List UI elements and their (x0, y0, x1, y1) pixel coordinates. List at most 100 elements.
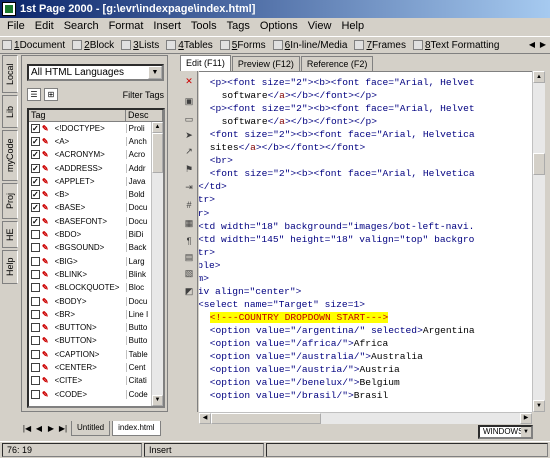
tag-checkbox[interactable] (31, 309, 40, 319)
tag-checkbox[interactable] (31, 389, 40, 399)
tag-checkbox[interactable]: ✓ (31, 150, 40, 160)
code-editor[interactable]: <p><font size="2"><b><font face="Arial, … (199, 71, 532, 412)
scroll-right-icon[interactable]: ▶ (520, 413, 532, 424)
tag-row[interactable]: ✎ <CITE> Citati (29, 375, 151, 387)
close-icon[interactable]: ✕ (183, 75, 195, 87)
tag-row[interactable]: ✎ <BLOCKQUOTE> Bloc (29, 282, 151, 294)
menu-help[interactable]: Help (336, 18, 369, 35)
toolbar-tab-forms[interactable]: 5 Forms (219, 40, 266, 51)
language-select[interactable]: All HTML Languages ▼ (27, 64, 164, 81)
tag-icon[interactable]: ▣ (183, 95, 195, 107)
line-ending-select[interactable]: WINDOWS ▼ (478, 425, 533, 439)
next-icon[interactable]: ▶ (45, 424, 57, 433)
editor-vertical-scrollbar[interactable]: ▲ ▼ (532, 71, 545, 412)
tag-checkbox[interactable]: ✓ (31, 203, 40, 213)
tag-row[interactable]: ✎ <BGSOUND> Back (29, 242, 151, 254)
tag-row[interactable]: ✓ ✎ <ADDRESS> Addr (29, 162, 151, 174)
menu-file[interactable]: File (2, 18, 30, 35)
tag-checkbox[interactable] (31, 269, 40, 279)
editor-tab-reference[interactable]: Reference (F2) (300, 56, 374, 71)
bookmark-icon[interactable]: ▧ (183, 267, 195, 279)
scroll-right-icon[interactable]: ▶ (538, 39, 548, 51)
menu-tools[interactable]: Tools (186, 18, 222, 35)
column-header-desc[interactable]: Desc (126, 110, 163, 122)
menu-edit[interactable]: Edit (30, 18, 59, 35)
toolbar-tab-block[interactable]: 2 Block (72, 40, 114, 51)
scroll-down-icon[interactable]: ▼ (152, 395, 163, 406)
image-icon[interactable]: ▦ (183, 217, 195, 229)
window-icon[interactable]: ▭ (183, 113, 195, 125)
editor-tab-edit[interactable]: Edit (F11) (180, 55, 231, 71)
tag-row[interactable]: ✎ <BR> Line I (29, 308, 151, 320)
paragraph-icon[interactable]: ¶ (183, 235, 195, 247)
menu-view[interactable]: View (303, 18, 337, 35)
tag-row[interactable]: ✎ <CODE> Code (29, 388, 151, 400)
tag-list-icon[interactable]: ☰ (27, 88, 41, 101)
scroll-thumb[interactable] (533, 153, 545, 175)
chevron-down-icon[interactable]: ▼ (148, 66, 162, 79)
scroll-thumb[interactable] (211, 413, 321, 424)
tag-row[interactable]: ✓ ✎ <APPLET> Java (29, 175, 151, 187)
scroll-up-icon[interactable]: ▲ (152, 122, 163, 133)
menu-search[interactable]: Search (59, 18, 104, 35)
filter-tags-label[interactable]: Filter Tags (104, 90, 164, 100)
tag-checkbox[interactable]: ✓ (31, 190, 40, 200)
tag-checkbox[interactable] (31, 243, 40, 253)
tag-row[interactable]: ✎ <BUTTON> Butto (29, 335, 151, 347)
previous-icon[interactable]: ◀ (33, 424, 45, 433)
tag-row[interactable]: ✓ ✎ <A> Anch (29, 135, 151, 147)
tag-row[interactable]: ✎ <BLINK> Blink (29, 268, 151, 280)
tag-checkbox[interactable] (31, 349, 40, 359)
tag-checkbox[interactable] (31, 256, 40, 266)
tag-row[interactable]: ✎ <BODY> Docu (29, 295, 151, 307)
scroll-thumb[interactable] (152, 133, 163, 173)
toolbar-tab-document[interactable]: 1 Document (2, 40, 65, 51)
side-tab-mycode[interactable]: myCode (2, 130, 18, 181)
tag-row[interactable]: ✓ ✎ <BASEFONT> Docu (29, 215, 151, 227)
chevron-down-icon[interactable]: ▼ (521, 427, 531, 437)
toolbar-tab-in-line-media[interactable]: 6 In-line/Media (272, 40, 347, 51)
toolbar-tab-text-formatting[interactable]: 8 Text Formatting (412, 40, 499, 51)
tag-row[interactable]: ✎ <BDO> BiDi (29, 228, 151, 240)
scroll-left-icon[interactable]: ◀ (199, 413, 211, 424)
first-icon[interactable]: |◀ (21, 424, 33, 433)
menu-tags[interactable]: Tags (222, 18, 255, 35)
tag-row[interactable]: ✓ ✎ <ACRONYM> Acro (29, 149, 151, 161)
scroll-left-icon[interactable]: ◀ (527, 39, 537, 51)
tag-checkbox[interactable]: ✓ (31, 176, 40, 186)
tag-checkbox[interactable]: ✓ (31, 163, 40, 173)
tag-row[interactable]: ✎ <BUTTON> Butto (29, 322, 151, 334)
tag-checkbox[interactable]: ✓ (31, 136, 40, 146)
palette-icon[interactable]: ◩ (183, 285, 195, 297)
flag-icon[interactable]: ⚑ (183, 163, 195, 175)
arrow-icon[interactable]: ↗ (183, 145, 195, 157)
scroll-up-icon[interactable]: ▲ (533, 71, 545, 83)
tag-checkbox[interactable] (31, 296, 40, 306)
tag-row[interactable]: ✓ ✎ <B> Bold (29, 189, 151, 201)
tag-list-scrollbar[interactable]: ▲ ▼ (151, 122, 163, 406)
menu-format[interactable]: Format (104, 18, 149, 35)
menu-insert[interactable]: Insert (148, 18, 186, 35)
arrow-right-icon[interactable]: ➤ (183, 129, 195, 141)
tag-checkbox[interactable]: ✓ (31, 216, 40, 226)
tag-checkbox[interactable] (31, 230, 40, 240)
doc-tab-untitled[interactable]: Untitled (71, 420, 111, 436)
doc-tab-index[interactable]: index.html (112, 420, 161, 436)
indent-icon[interactable]: ⇥ (183, 181, 195, 193)
side-tab-lib[interactable]: Lib (2, 95, 18, 128)
tag-filter-icon[interactable]: ⊞ (44, 88, 58, 101)
menu-options[interactable]: Options (255, 18, 303, 35)
side-tab-proj[interactable]: Proj (2, 183, 18, 219)
tag-row[interactable]: ✎ <BIG> Larg (29, 255, 151, 267)
tag-row[interactable]: ✎ <CAPTION> Table (29, 348, 151, 360)
window-icon[interactable]: ▤ (183, 251, 195, 263)
editor-tab-preview[interactable]: Preview (F12) (231, 56, 300, 71)
hash-icon[interactable]: # (183, 199, 195, 211)
side-tab-help[interactable]: Help (2, 250, 18, 284)
toolbar-tab-frames[interactable]: 7 Frames (354, 40, 406, 51)
tag-checkbox[interactable] (31, 336, 40, 346)
editor-horizontal-scrollbar[interactable]: ◀ ▶ (199, 412, 532, 424)
tag-checkbox[interactable] (31, 363, 40, 373)
column-header-tag[interactable]: Tag (29, 110, 126, 122)
side-tab-he[interactable]: HE (2, 221, 18, 248)
